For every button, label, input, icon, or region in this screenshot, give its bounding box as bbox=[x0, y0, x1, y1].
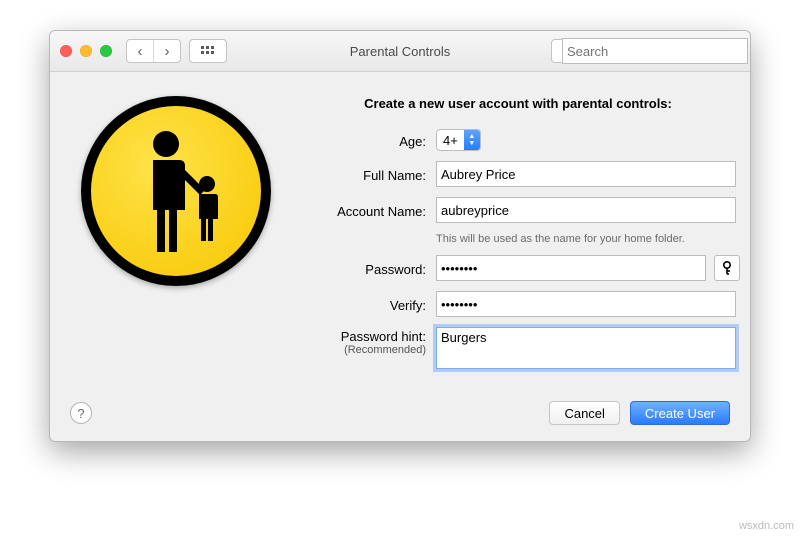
row-password: Password: bbox=[296, 255, 740, 281]
zoom-window-button[interactable] bbox=[100, 45, 112, 57]
row-age: Age: 4+ ▲▼ bbox=[296, 129, 740, 151]
label-account-name: Account Name: bbox=[296, 202, 436, 219]
password-input[interactable] bbox=[436, 255, 706, 281]
row-verify: Verify: bbox=[296, 291, 740, 317]
search-field-wrapper[interactable] bbox=[551, 39, 740, 63]
icon-column bbox=[76, 96, 276, 379]
full-name-input[interactable] bbox=[436, 161, 736, 187]
close-window-button[interactable] bbox=[60, 45, 72, 57]
minimize-window-button[interactable] bbox=[80, 45, 92, 57]
form-column: Create a new user account with parental … bbox=[276, 96, 740, 379]
watermark: wsxdn.com bbox=[739, 520, 794, 532]
content-area: Create a new user account with parental … bbox=[50, 72, 750, 395]
help-button[interactable]: ? bbox=[70, 402, 92, 424]
label-hint: Password hint: (Recommended) bbox=[296, 327, 436, 356]
account-name-hint: This will be used as the name for your h… bbox=[436, 233, 740, 245]
row-account-name: Account Name: bbox=[296, 197, 740, 223]
label-full-name: Full Name: bbox=[296, 166, 436, 183]
row-full-name: Full Name: bbox=[296, 161, 740, 187]
row-hint: Password hint: (Recommended) bbox=[296, 327, 740, 369]
stepper-icon: ▲▼ bbox=[464, 130, 480, 150]
show-all-button[interactable] bbox=[189, 39, 227, 63]
titlebar: ‹ › Parental Controls bbox=[50, 31, 750, 72]
account-name-input[interactable] bbox=[436, 197, 736, 223]
preferences-window: ‹ › Parental Controls bbox=[49, 30, 751, 442]
form-heading: Create a new user account with parental … bbox=[296, 96, 740, 111]
label-verify: Verify: bbox=[296, 296, 436, 313]
age-value: 4+ bbox=[437, 133, 464, 148]
verify-input[interactable] bbox=[436, 291, 736, 317]
parental-controls-icon bbox=[81, 96, 271, 286]
age-select[interactable]: 4+ ▲▼ bbox=[436, 129, 481, 151]
back-button[interactable]: ‹ bbox=[127, 40, 153, 62]
label-age: Age: bbox=[296, 132, 436, 149]
footer: ? Cancel Create User bbox=[50, 395, 750, 441]
nav-segment: ‹ › bbox=[126, 39, 181, 63]
forward-button[interactable]: › bbox=[153, 40, 180, 62]
cancel-button[interactable]: Cancel bbox=[549, 401, 619, 425]
search-input[interactable] bbox=[562, 38, 748, 64]
window-controls bbox=[60, 45, 112, 57]
create-user-button[interactable]: Create User bbox=[630, 401, 730, 425]
label-password: Password: bbox=[296, 260, 436, 277]
label-hint-sub: (Recommended) bbox=[296, 344, 426, 356]
key-icon bbox=[721, 261, 733, 275]
password-hint-input[interactable] bbox=[436, 327, 736, 369]
label-hint-text: Password hint: bbox=[341, 329, 426, 344]
password-assistant-button[interactable] bbox=[714, 255, 740, 281]
